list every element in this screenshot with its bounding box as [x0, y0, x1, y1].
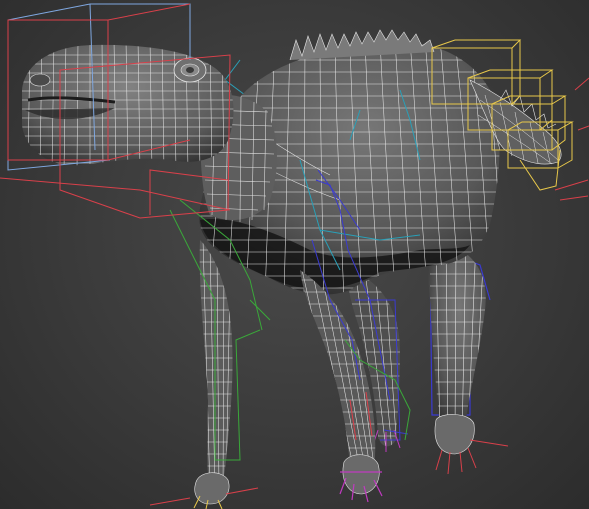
viewport-scene[interactable] — [0, 0, 589, 509]
3d-viewport[interactable] — [0, 0, 589, 509]
leg-hind-right[interactable] — [427, 240, 509, 475]
nostril — [29, 73, 51, 87]
eye — [173, 57, 207, 83]
foot-hind-right — [434, 414, 509, 475]
foot-front-right — [339, 454, 383, 503]
dinosaur-head[interactable] — [15, 40, 240, 170]
foot-front-left — [149, 472, 259, 509]
